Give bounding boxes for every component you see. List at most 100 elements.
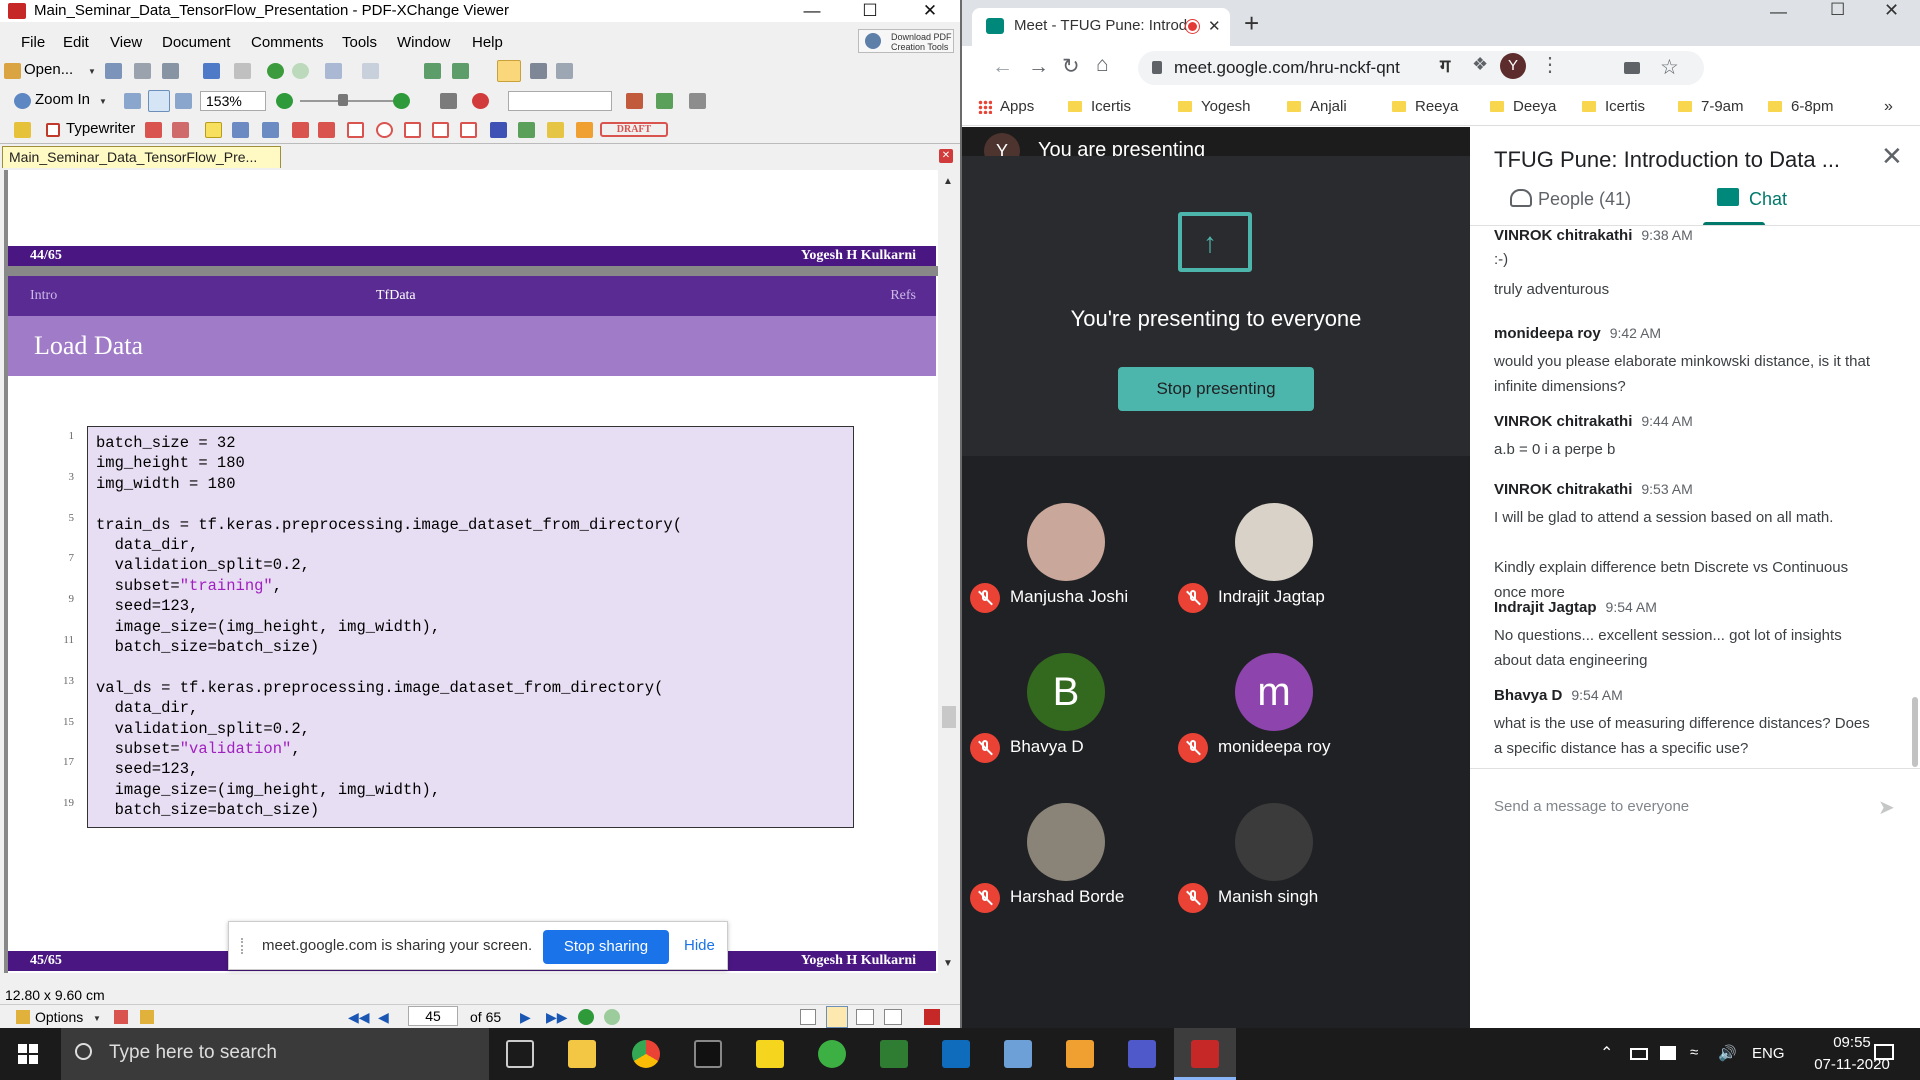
line-icon[interactable] xyxy=(318,122,335,138)
callout-icon[interactable] xyxy=(172,122,189,138)
textbox-icon[interactable] xyxy=(145,122,162,138)
profile-avatar[interactable]: Y xyxy=(1500,53,1526,79)
pdf-viewer-taskbar-button[interactable] xyxy=(1174,1028,1236,1080)
close-panel-icon[interactable]: ✕ xyxy=(1881,141,1903,172)
eraser-icon[interactable] xyxy=(547,122,564,138)
participant-tile[interactable]: Indrajit Jagtap xyxy=(1170,482,1424,632)
draft-stamp-button[interactable]: DRAFT xyxy=(600,122,668,137)
pdf-export-icon[interactable] xyxy=(924,1009,940,1025)
find-icon[interactable] xyxy=(626,93,643,109)
stop-presenting-button[interactable]: Stop presenting xyxy=(1118,367,1314,411)
bookmark-star-icon[interactable]: ☆ xyxy=(1660,55,1679,80)
network-icon[interactable] xyxy=(1660,1046,1676,1060)
snapshot-icon[interactable] xyxy=(530,63,547,79)
find-next-icon[interactable] xyxy=(656,93,673,109)
extensions-icon[interactable]: ❖ xyxy=(1472,54,1488,75)
next-page-icon[interactable]: ▶ xyxy=(520,1009,531,1026)
tray-overflow-icon[interactable]: ⌃ xyxy=(1600,1043,1613,1063)
taskbar-search-box[interactable]: Type here to search xyxy=(61,1028,489,1080)
slide-nav-refs[interactable]: Refs xyxy=(890,276,916,316)
slide-nav-tfdata[interactable]: TfData xyxy=(376,276,416,316)
cloud-icon[interactable] xyxy=(460,122,477,138)
page-number-input[interactable]: 45 xyxy=(408,1006,458,1026)
download-tools-button[interactable]: Download PDF Creation Tools xyxy=(858,29,954,53)
comment-icon[interactable] xyxy=(14,122,31,138)
menu-comments[interactable]: Comments xyxy=(251,32,324,54)
message-input[interactable]: Send a message to everyone xyxy=(1494,798,1689,815)
oval-icon[interactable] xyxy=(376,122,393,138)
close-button[interactable]: ✕ xyxy=(908,0,952,22)
actual-size-icon[interactable] xyxy=(124,93,141,109)
menu-view[interactable]: View xyxy=(110,32,142,54)
zoom-in-button[interactable]: Zoom In xyxy=(35,91,90,108)
sync-icon[interactable] xyxy=(818,1040,846,1068)
layers-icon[interactable] xyxy=(140,1010,154,1024)
zoom-level-field[interactable]: 153% xyxy=(200,91,266,111)
pencil-icon[interactable] xyxy=(518,122,535,138)
forward-arrow-icon[interactable]: → xyxy=(1028,55,1049,79)
chrome-maximize-button[interactable]: ☐ xyxy=(1830,0,1845,20)
drag-handle-icon[interactable] xyxy=(241,938,243,954)
spell-check-icon[interactable] xyxy=(472,93,489,109)
bookmark-yogesh[interactable]: Yogesh xyxy=(1178,98,1251,115)
undo-icon[interactable] xyxy=(325,63,342,79)
first-page-icon[interactable]: ◀◀ xyxy=(348,1009,370,1026)
link-icon[interactable] xyxy=(440,93,457,109)
participant-tile[interactable]: m monideepa roy xyxy=(1170,632,1424,782)
open-folder-icon[interactable] xyxy=(4,63,21,79)
back-icon[interactable] xyxy=(267,63,284,79)
notification-center-icon[interactable] xyxy=(1874,1044,1894,1060)
zoom-in-icon[interactable] xyxy=(14,93,31,109)
teams-icon[interactable] xyxy=(1128,1040,1156,1068)
highlight-text-icon[interactable] xyxy=(205,122,222,138)
hide-button[interactable]: Hide xyxy=(684,937,715,954)
bookmark-icertis[interactable]: Icertis xyxy=(1068,98,1131,115)
back-arrow-icon[interactable]: ← xyxy=(992,55,1013,79)
menu-document[interactable]: Document xyxy=(162,32,230,54)
task-view-icon[interactable] xyxy=(506,1040,534,1068)
bookmark-anjali[interactable]: Anjali xyxy=(1287,98,1347,115)
bookmark-icertis-2[interactable]: Icertis xyxy=(1582,98,1645,115)
camera-icon[interactable] xyxy=(1624,62,1640,74)
folder-transfer-icon[interactable] xyxy=(1066,1040,1094,1068)
participant-tile[interactable]: Manish singh xyxy=(1170,782,1424,932)
ocr-icon[interactable] xyxy=(234,63,251,79)
pentagon-icon[interactable] xyxy=(432,122,449,138)
menu-file[interactable]: File xyxy=(21,32,45,54)
menu-window[interactable]: Window xyxy=(397,32,450,54)
close-tab-icon[interactable]: ✕ xyxy=(1208,17,1221,35)
close-document-icon[interactable]: ✕ xyxy=(939,149,953,163)
extract-icon[interactable] xyxy=(452,63,469,79)
extension-hindi-icon[interactable]: ग xyxy=(1440,54,1450,78)
zoom-slider[interactable] xyxy=(300,100,398,102)
bookmark-6-8pm[interactable]: 6-8pm xyxy=(1768,98,1834,115)
fit-page-icon[interactable] xyxy=(148,90,170,112)
polygon-icon[interactable] xyxy=(404,122,421,138)
stamp-icon[interactable] xyxy=(576,122,593,138)
minimize-button[interactable]: — xyxy=(790,0,834,22)
bookmarks-panel-icon[interactable] xyxy=(114,1010,128,1024)
facing-pages-icon[interactable] xyxy=(856,1009,874,1025)
chrome-close-button[interactable]: ✕ xyxy=(1884,0,1899,21)
meet-tab[interactable]: Meet - TFUG Pune: Introducti ✕ xyxy=(972,8,1230,46)
windows-start-icon[interactable] xyxy=(18,1044,38,1064)
slide-nav-intro[interactable]: Intro xyxy=(30,276,57,316)
sticky-notes-icon[interactable] xyxy=(756,1040,784,1068)
zoom-out-icon[interactable] xyxy=(276,93,293,109)
file-explorer-icon[interactable] xyxy=(568,1040,596,1068)
select-text-icon[interactable] xyxy=(556,63,573,79)
arrow-icon[interactable] xyxy=(292,122,309,138)
address-bar[interactable]: meet.google.com/hru-nckf-qnt ☆ xyxy=(1138,51,1704,85)
email-icon[interactable] xyxy=(203,63,220,79)
chrome-taskbar-icon[interactable] xyxy=(632,1040,660,1068)
scroll-thumb[interactable] xyxy=(942,706,956,728)
prev-page-icon[interactable]: ◀ xyxy=(378,1009,389,1026)
menu-help[interactable]: Help xyxy=(472,32,503,54)
spreadsheet-icon[interactable] xyxy=(880,1040,908,1068)
zoom-plus-icon[interactable] xyxy=(393,93,410,109)
chat-tab[interactable]: Chat xyxy=(1695,175,1920,226)
rectangle-icon[interactable] xyxy=(347,122,364,138)
open-button[interactable]: Open... xyxy=(24,61,73,78)
history-back-icon[interactable] xyxy=(578,1009,594,1025)
find-field[interactable] xyxy=(508,91,612,111)
